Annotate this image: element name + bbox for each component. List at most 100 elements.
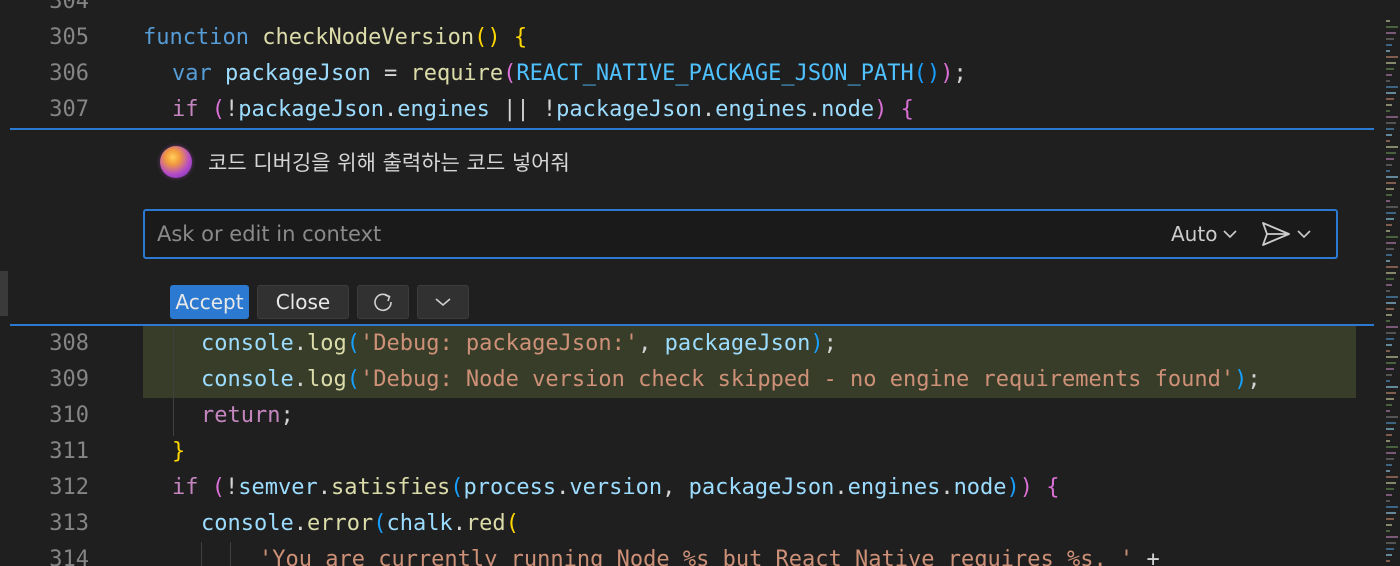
- code-text: function checkNodeVersion() {: [143, 25, 528, 50]
- send-button[interactable]: [1261, 211, 1311, 257]
- minimap-line: [1386, 74, 1392, 76]
- code-editor[interactable]: 304 305 function checkNodeVersion() { 30…: [0, 0, 1400, 566]
- minimap-line: [1386, 326, 1398, 328]
- close-button[interactable]: Close: [257, 285, 349, 319]
- minimap-line: [1386, 158, 1394, 160]
- minimap-line: [1386, 530, 1390, 532]
- code-line: 308 console.log('Debug: packageJson:', p…: [0, 326, 1400, 362]
- code-text: console.log('Debug: packageJson:', packa…: [201, 331, 837, 356]
- minimap-line: [1386, 356, 1398, 358]
- more-actions-button[interactable]: [417, 285, 469, 319]
- minimap-line: [1386, 446, 1398, 448]
- minimap-line: [1386, 542, 1396, 544]
- minimap-line: [1386, 434, 1392, 436]
- minimap-line: [1386, 410, 1390, 412]
- minimap-line: [1386, 398, 1394, 400]
- chat-input[interactable]: [157, 211, 1057, 257]
- code-line: 312 if (!semver.satisfies(process.versio…: [0, 470, 1400, 506]
- minimap-line: [1386, 134, 1392, 136]
- inline-chat-actions: Accept Close: [170, 285, 469, 319]
- minimap-line: [1386, 470, 1390, 472]
- code-text: var packageJson = require(REACT_NATIVE_P…: [172, 61, 967, 86]
- code-line: 309 console.log('Debug: Node version che…: [0, 362, 1400, 398]
- code-line: 313 console.error(chalk.red(: [0, 506, 1400, 542]
- minimap-line: [1386, 548, 1394, 550]
- chevron-down-icon[interactable]: [1297, 229, 1311, 239]
- accept-button[interactable]: Accept: [170, 285, 249, 319]
- minimap-line: [1386, 44, 1392, 46]
- code-line: 304: [0, 0, 1400, 20]
- minimap-line: [1386, 296, 1398, 298]
- minimap-line: [1386, 146, 1398, 148]
- code-line: 311 }: [0, 434, 1400, 470]
- minimap-line: [1386, 278, 1394, 280]
- minimap-line: [1386, 116, 1398, 118]
- code-text: 'You are currently running Node %s but R…: [259, 547, 1160, 566]
- code-text: if (!semver.satisfies(process.version, p…: [172, 475, 1060, 500]
- line-number: 312: [49, 475, 89, 500]
- minimap-line: [1386, 80, 1390, 82]
- rerun-button[interactable]: [357, 285, 409, 319]
- minimap-line: [1386, 416, 1398, 418]
- mode-label: Auto: [1171, 222, 1218, 246]
- line-number: 310: [49, 403, 89, 428]
- inline-chat-header: 코드 디버깅을 위해 출력하는 코드 넣어줘: [160, 144, 570, 180]
- minimap-line: [1386, 50, 1390, 52]
- line-number: 305: [49, 25, 89, 50]
- minimap-line: [1386, 212, 1396, 214]
- minimap-line: [1386, 458, 1394, 460]
- minimap-line: [1386, 272, 1396, 274]
- minimap-line: [1386, 20, 1390, 22]
- minimap-line: [1386, 182, 1396, 184]
- minimap-line: [1386, 464, 1392, 466]
- minimap-line: [1386, 200, 1390, 202]
- minimap-line: [1386, 242, 1396, 244]
- minimap[interactable]: [1374, 0, 1400, 566]
- code-text: if (!packageJson.engines || !packageJson…: [172, 97, 914, 122]
- minimap-line: [1386, 536, 1398, 538]
- chat-prompt-text: 코드 디버깅을 위해 출력하는 코드 넣어줘: [208, 151, 570, 175]
- minimap-line: [1386, 428, 1394, 430]
- code-text: }: [172, 439, 186, 464]
- minimap-line: [1386, 110, 1390, 112]
- minimap-line: [1386, 386, 1398, 388]
- minimap-line: [1386, 524, 1392, 526]
- ai-assistant-icon: [160, 146, 192, 178]
- minimap-line: [1386, 338, 1394, 340]
- minimap-line: [1386, 560, 1390, 562]
- code-text: console.log('Debug: Node version check s…: [201, 367, 1261, 392]
- minimap-line: [1386, 140, 1390, 142]
- minimap-line: [1386, 224, 1392, 226]
- minimap-line: [1386, 236, 1398, 238]
- minimap-line: [1386, 206, 1398, 208]
- minimap-line: [1386, 86, 1398, 88]
- minimap-line: [1386, 290, 1390, 292]
- code-line: 305 function checkNodeVersion() {: [0, 20, 1400, 56]
- line-number: 304: [49, 0, 89, 14]
- line-number: 309: [49, 367, 89, 392]
- code-line: 314 'You are currently running Node %s b…: [0, 542, 1400, 566]
- minimap-line: [1386, 32, 1396, 34]
- minimap-line: [1386, 284, 1392, 286]
- minimap-line: [1386, 38, 1394, 40]
- minimap-line: [1386, 380, 1390, 382]
- minimap-line: [1386, 482, 1396, 484]
- line-number: 311: [49, 439, 89, 464]
- chat-input-box[interactable]: Auto: [143, 209, 1338, 259]
- code-line: 306 var packageJson = require(REACT_NATI…: [0, 56, 1400, 92]
- minimap-line: [1386, 302, 1396, 304]
- model-mode-dropdown[interactable]: Auto: [1171, 211, 1238, 257]
- minimap-line: [1386, 350, 1390, 352]
- scroll-marker: [0, 271, 8, 316]
- minimap-line: [1386, 104, 1392, 106]
- minimap-line: [1386, 422, 1396, 424]
- minimap-line: [1386, 176, 1398, 178]
- minimap-line: [1386, 392, 1396, 394]
- minimap-line: [1386, 230, 1390, 232]
- line-number: 313: [49, 511, 89, 536]
- minimap-line: [1386, 62, 1396, 64]
- minimap-line: [1386, 170, 1390, 172]
- minimap-line: [1386, 440, 1390, 442]
- minimap-line: [1386, 476, 1398, 478]
- minimap-line: [1386, 188, 1394, 190]
